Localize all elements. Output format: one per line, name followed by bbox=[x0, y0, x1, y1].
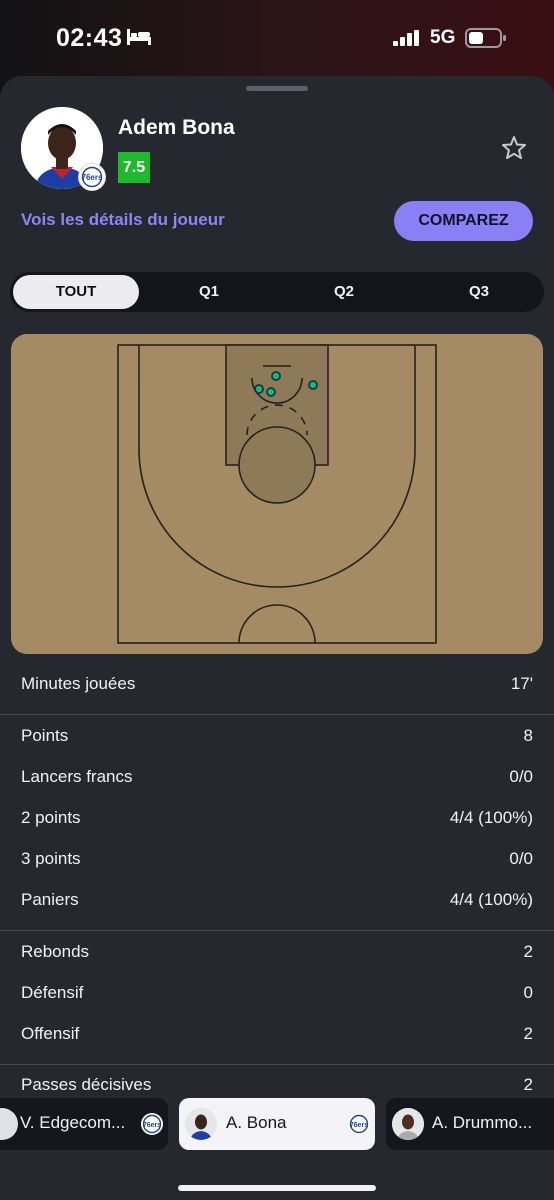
stat-value: 0/0 bbox=[509, 767, 533, 786]
player-card-bona[interactable]: A. Bona 76ers bbox=[179, 1098, 375, 1150]
player-details-link[interactable]: Vois les détails du joueur bbox=[21, 210, 225, 230]
stat-label: Paniers bbox=[21, 890, 79, 909]
stat-value: 0/0 bbox=[509, 849, 533, 868]
stat-value: 17' bbox=[510, 674, 533, 693]
status-bar: 02:43 5G bbox=[0, 0, 554, 76]
tab-tout[interactable]: TOUT bbox=[13, 275, 139, 309]
stat-row-rebounds: Rebonds 2 bbox=[21, 942, 533, 972]
stat-row-three-points: 3 points 0/0 bbox=[21, 849, 533, 879]
shot-made-marker bbox=[266, 387, 276, 397]
player-avatar-small bbox=[392, 1108, 424, 1140]
stat-row-points: Points 8 bbox=[21, 726, 533, 756]
player-card-name: V. Edgecom... bbox=[20, 1113, 126, 1132]
player-name: Adem Bona bbox=[118, 116, 235, 139]
player-carousel: V. Edgecom... 76ers A. Bona 76ers A. Dru… bbox=[0, 1098, 554, 1152]
stat-row-field-goals: Paniers 4/4 (100%) bbox=[21, 890, 533, 920]
stat-row-offensive: Offensif 2 bbox=[21, 1024, 533, 1054]
shot-made-marker bbox=[308, 380, 318, 390]
stat-label: 3 points bbox=[21, 849, 81, 868]
stat-value: 2 bbox=[523, 1024, 533, 1043]
period-tabs: TOUT Q1 Q2 Q3 bbox=[10, 272, 544, 312]
stat-row-defensive: Défensif 0 bbox=[21, 983, 533, 1013]
compare-button[interactable]: COMPAREZ bbox=[394, 201, 533, 241]
stat-label: Minutes jouées bbox=[21, 674, 136, 693]
stat-row-two-points: 2 points 4/4 (100%) bbox=[21, 808, 533, 838]
stat-label: Points bbox=[21, 726, 69, 745]
stat-label: Lancers francs bbox=[21, 767, 133, 786]
team-logo-text: 76ers bbox=[143, 1122, 161, 1129]
shot-made-marker bbox=[254, 384, 264, 394]
player-card-edgecombe[interactable]: V. Edgecom... 76ers bbox=[0, 1098, 168, 1150]
player-card-drummond[interactable]: A. Drummo... bbox=[386, 1098, 554, 1150]
stat-row-free-throws: Lancers francs 0/0 bbox=[21, 767, 533, 797]
stat-row-minutes: Minutes jouées 17' bbox=[21, 674, 533, 704]
stat-label: Passes décisives bbox=[21, 1075, 152, 1094]
tab-q1[interactable]: Q1 bbox=[146, 275, 272, 309]
stat-label: 2 points bbox=[21, 808, 81, 827]
player-avatar-small bbox=[185, 1108, 217, 1140]
stats-divider bbox=[0, 1064, 554, 1065]
team-logo-icon: 76ers bbox=[78, 163, 106, 191]
team-logo-text: 76ers bbox=[350, 1122, 368, 1129]
player-rating-badge: 7.5 bbox=[118, 152, 150, 183]
stat-value: 4/4 (100%) bbox=[449, 808, 533, 827]
sleep-focus-icon bbox=[127, 29, 151, 45]
stats-divider bbox=[0, 714, 554, 715]
tab-q3[interactable]: Q3 bbox=[416, 275, 542, 309]
network-type: 5G bbox=[430, 27, 456, 48]
stat-label: Défensif bbox=[21, 983, 84, 1002]
player-card-name: A. Bona bbox=[226, 1113, 287, 1132]
stats-divider bbox=[0, 930, 554, 931]
battery-icon bbox=[465, 28, 506, 48]
stat-label: Rebonds bbox=[21, 942, 90, 961]
shot-made-marker bbox=[271, 371, 281, 381]
player-sheet: 76ers Adem Bona 7.5 Vois les détails du … bbox=[0, 76, 554, 1200]
stat-value: 4/4 (100%) bbox=[449, 890, 533, 909]
cellular-signal-icon bbox=[393, 30, 419, 46]
player-card-name: A. Drummo... bbox=[432, 1113, 533, 1132]
stat-value: 2 bbox=[523, 942, 533, 961]
favorite-star-icon[interactable] bbox=[500, 134, 528, 162]
stat-value: 8 bbox=[523, 726, 533, 745]
stat-value: 2 bbox=[523, 1075, 533, 1094]
player-avatar-small bbox=[0, 1108, 18, 1140]
team-logo-text: 76ers bbox=[82, 173, 103, 182]
stat-label: Offensif bbox=[21, 1024, 80, 1043]
sheet-drag-handle[interactable] bbox=[246, 86, 308, 91]
stat-value: 0 bbox=[523, 983, 533, 1002]
home-indicator bbox=[178, 1185, 376, 1191]
shot-chart-court bbox=[11, 334, 543, 654]
status-time: 02:43 bbox=[56, 24, 123, 52]
court-drawing bbox=[117, 344, 437, 644]
team-logo-icon: 76ers bbox=[141, 1113, 163, 1135]
team-logo-icon: 76ers bbox=[348, 1113, 370, 1135]
tab-q2[interactable]: Q2 bbox=[281, 275, 407, 309]
